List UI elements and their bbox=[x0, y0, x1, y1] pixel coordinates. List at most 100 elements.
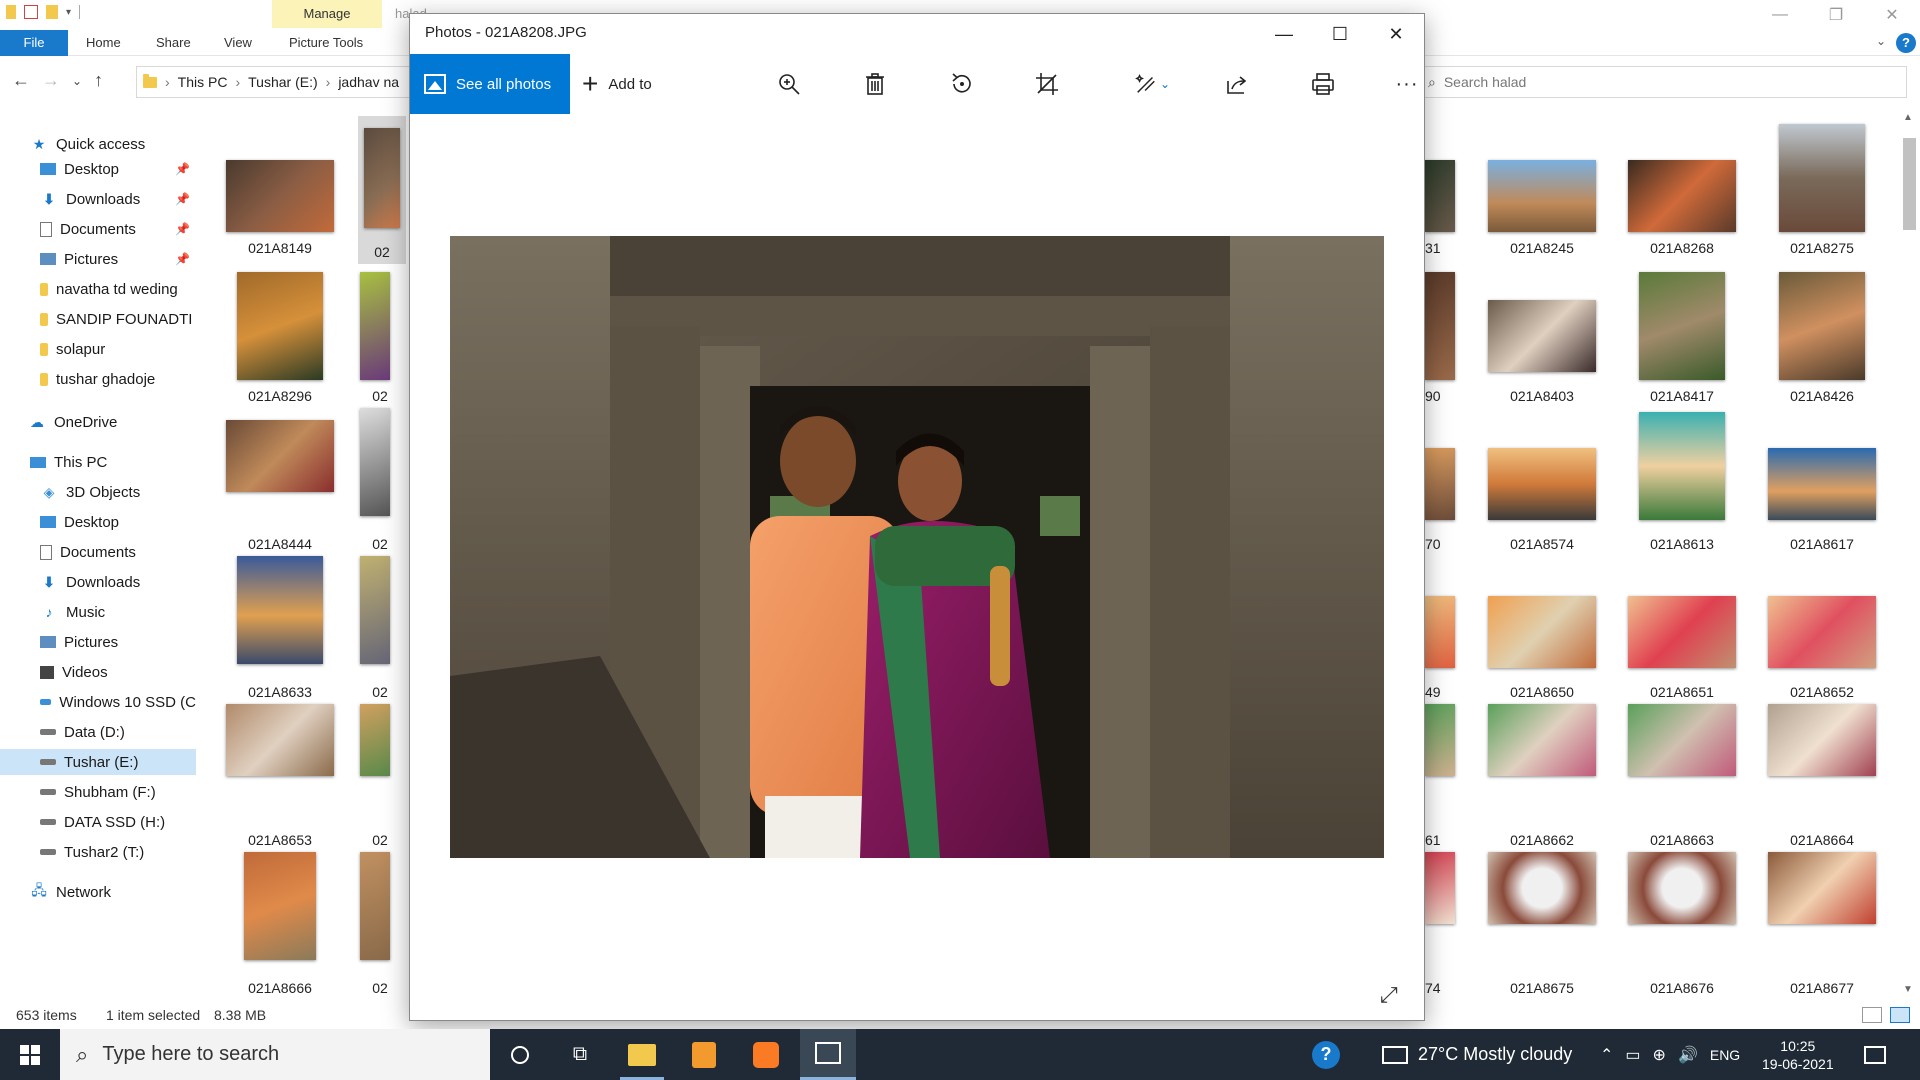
file-thumbnail[interactable]: 021A8617 bbox=[1752, 408, 1892, 552]
file-thumbnail-selected[interactable]: 02 bbox=[358, 116, 406, 264]
fullscreen-icon[interactable]: ⤢ bbox=[1380, 982, 1398, 1008]
sidebar-item-downloads[interactable]: ⬇ Downloads bbox=[40, 569, 196, 595]
sidebar-item-quick-access[interactable]: ★ Quick access bbox=[30, 131, 226, 157]
sidebar-item-desktop[interactable]: Desktop 📌 bbox=[40, 156, 196, 182]
more-options-icon[interactable]: ··· bbox=[1392, 69, 1422, 99]
file-thumbnail[interactable]: 021A8662 bbox=[1472, 704, 1612, 848]
file-thumbnail[interactable]: 02 bbox=[360, 260, 400, 404]
file-thumbnail[interactable]: 74 bbox=[1425, 852, 1465, 996]
sidebar-item-folder[interactable]: navatha td weding bbox=[40, 276, 196, 302]
sidebar-item-desktop[interactable]: Desktop bbox=[40, 509, 196, 535]
scroll-up-icon[interactable]: ▲ bbox=[1903, 112, 1913, 123]
clock[interactable]: 10:25 19-06-2021 bbox=[1762, 1029, 1834, 1080]
qat-dropdown-icon[interactable]: ▾ bbox=[66, 7, 71, 18]
sidebar-item-drive-f[interactable]: Shubham (F:) bbox=[40, 779, 196, 805]
file-thumbnail[interactable]: 021A8676 bbox=[1612, 852, 1752, 996]
sidebar-item-pictures[interactable]: Pictures 📌 bbox=[40, 246, 196, 272]
sidebar-item-documents[interactable]: Documents bbox=[40, 539, 196, 565]
file-thumbnail[interactable]: 49 bbox=[1425, 556, 1465, 700]
file-thumbnail[interactable]: 021A8149 bbox=[210, 112, 350, 256]
restore-button[interactable]: ❐ bbox=[1808, 0, 1864, 30]
minimize-button[interactable]: — bbox=[1752, 0, 1808, 30]
sidebar-item-folder[interactable]: tushar ghadoje bbox=[40, 366, 196, 392]
battery-icon[interactable]: ▭ bbox=[1625, 1045, 1640, 1065]
forward-icon[interactable]: → bbox=[42, 70, 60, 91]
sidebar-item-drive-h[interactable]: DATA SSD (H:) bbox=[40, 809, 196, 835]
maximize-button[interactable]: ☐ bbox=[1312, 14, 1368, 54]
taskbar-photos[interactable] bbox=[800, 1029, 856, 1080]
file-thumbnail[interactable]: 021A8417 bbox=[1612, 260, 1752, 404]
file-thumbnail[interactable]: 021A8677 bbox=[1752, 852, 1892, 996]
see-all-photos-button[interactable]: See all photos bbox=[410, 54, 570, 114]
weather-widget[interactable]: 27°C Mostly cloudy bbox=[1382, 1029, 1572, 1080]
taskbar-search-input[interactable]: ⌕ Type here to search bbox=[60, 1029, 490, 1080]
file-thumbnail[interactable]: 31 bbox=[1425, 112, 1465, 256]
new-folder-icon[interactable] bbox=[46, 5, 58, 19]
crop-icon[interactable] bbox=[1032, 69, 1062, 99]
close-button[interactable]: ✕ bbox=[1368, 14, 1424, 54]
sidebar-item-3d-objects[interactable]: ◈ 3D Objects bbox=[40, 479, 196, 505]
search-input[interactable]: ⌕ Search halad bbox=[1415, 66, 1907, 98]
start-button[interactable] bbox=[0, 1029, 60, 1080]
file-thumbnail[interactable]: 90 bbox=[1425, 260, 1465, 404]
file-thumbnail[interactable]: 021A8296 bbox=[210, 260, 350, 404]
rotate-icon[interactable] bbox=[946, 69, 976, 99]
task-view-button[interactable]: ⧉ bbox=[552, 1029, 608, 1080]
file-thumbnail[interactable]: 021A8663 bbox=[1612, 704, 1752, 848]
taskbar-xampp[interactable] bbox=[738, 1029, 794, 1080]
sidebar-item-drive-c[interactable]: Windows 10 SSD (C bbox=[40, 689, 196, 715]
large-icons-view-icon[interactable] bbox=[1890, 1007, 1910, 1023]
breadcrumb-this-pc[interactable]: This PC bbox=[178, 74, 228, 90]
file-thumbnail[interactable]: 021A8650 bbox=[1472, 556, 1612, 700]
scroll-down-icon[interactable]: ▼ bbox=[1903, 984, 1913, 995]
file-thumbnail[interactable]: 61 bbox=[1425, 704, 1465, 848]
share-icon[interactable] bbox=[1222, 69, 1252, 99]
sidebar-item-drive-e[interactable]: Tushar (E:) bbox=[0, 749, 196, 775]
file-thumbnail[interactable]: 021A8403 bbox=[1472, 260, 1612, 404]
taskbar-file-explorer[interactable] bbox=[614, 1029, 670, 1080]
sidebar-item-drive-d[interactable]: Data (D:) bbox=[40, 719, 196, 745]
volume-icon[interactable]: 🔊 bbox=[1678, 1045, 1698, 1065]
tab-picture-tools[interactable]: Picture Tools bbox=[277, 30, 375, 56]
file-thumbnail[interactable]: 02 bbox=[360, 408, 400, 552]
file-thumbnail[interactable]: 021A8651 bbox=[1612, 556, 1752, 700]
file-thumbnail[interactable]: 021A8653 bbox=[210, 704, 350, 848]
help-tray-icon[interactable]: ? bbox=[1312, 1029, 1340, 1080]
network-globe-icon[interactable]: ⊕ bbox=[1653, 1045, 1666, 1065]
taskbar-sublime-text[interactable] bbox=[676, 1029, 732, 1080]
sidebar-item-onedrive[interactable]: ☁ OneDrive bbox=[28, 409, 224, 435]
show-hidden-icons[interactable]: ⌃ bbox=[1600, 1045, 1613, 1065]
zoom-in-icon[interactable] bbox=[774, 69, 804, 99]
minimize-button[interactable]: — bbox=[1256, 14, 1312, 54]
file-thumbnail[interactable]: 021A8444 bbox=[210, 408, 350, 552]
file-thumbnail[interactable]: 02 bbox=[360, 556, 400, 700]
sidebar-item-documents[interactable]: Documents 📌 bbox=[40, 216, 196, 242]
sidebar-item-this-pc[interactable]: This PC bbox=[30, 449, 226, 475]
breadcrumb-folder[interactable]: jadhav na bbox=[338, 74, 399, 90]
file-thumbnail[interactable]: 02 bbox=[360, 852, 400, 996]
tab-view[interactable]: View bbox=[212, 30, 264, 56]
file-thumbnail[interactable]: 021A8245 bbox=[1472, 112, 1612, 256]
delete-icon[interactable] bbox=[860, 69, 890, 99]
notifications-button[interactable] bbox=[1864, 1029, 1886, 1080]
language-indicator[interactable]: ENG bbox=[1710, 1047, 1740, 1063]
file-thumbnail[interactable]: 021A8574 bbox=[1472, 408, 1612, 552]
sidebar-item-network[interactable]: 🖧 Network bbox=[30, 879, 226, 905]
up-icon[interactable]: ↑ bbox=[94, 70, 103, 91]
file-thumbnail[interactable]: 021A8666 bbox=[210, 852, 350, 996]
vertical-scrollbar[interactable]: ▲ ▼ bbox=[1899, 108, 1920, 1000]
cortana-button[interactable] bbox=[492, 1029, 548, 1080]
back-icon[interactable]: ← bbox=[12, 70, 30, 91]
file-thumbnail[interactable]: 021A8613 bbox=[1612, 408, 1752, 552]
tab-home[interactable]: Home bbox=[74, 30, 133, 56]
tab-file[interactable]: File bbox=[0, 30, 68, 56]
file-thumbnail[interactable]: 021A8268 bbox=[1612, 112, 1752, 256]
ribbon-expand-icon[interactable]: ⌄ bbox=[1876, 34, 1886, 48]
help-icon[interactable]: ? bbox=[1896, 33, 1916, 53]
sidebar-item-downloads[interactable]: ⬇ Downloads 📌 bbox=[40, 186, 196, 212]
sidebar-item-pictures[interactable]: Pictures bbox=[40, 629, 196, 655]
edit-enhance-icon[interactable]: ⌄ bbox=[1128, 69, 1176, 99]
file-thumbnail[interactable]: 021A8664 bbox=[1752, 704, 1892, 848]
file-thumbnail[interactable]: 021A8426 bbox=[1752, 260, 1892, 404]
sidebar-item-folder[interactable]: SANDIP FOUNADTI bbox=[40, 306, 196, 332]
